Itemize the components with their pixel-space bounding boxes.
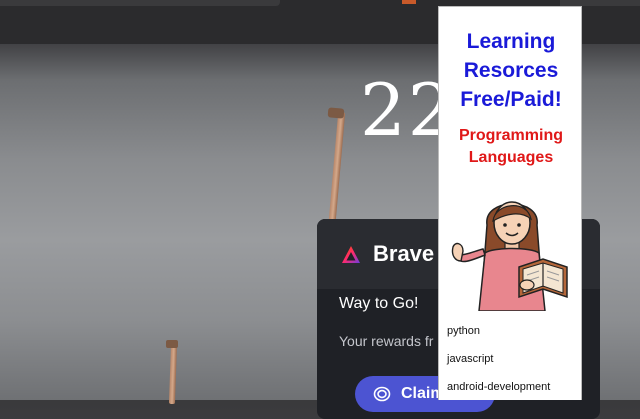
popup-title-line: Free/Paid! xyxy=(460,88,562,111)
teacher-illustration xyxy=(451,201,568,311)
popup-subtitle-line: Programming xyxy=(458,127,563,144)
popup-title-line: Learning xyxy=(466,30,556,53)
brave-shield-icon[interactable] xyxy=(402,0,416,4)
background-pole-cap xyxy=(327,107,345,119)
popup-subtitle-line: Languages xyxy=(468,149,554,166)
language-item-javascript[interactable]: javascript xyxy=(447,351,550,379)
language-item-python[interactable]: python xyxy=(447,323,550,351)
background-pole-cap xyxy=(166,340,178,348)
address-field[interactable] xyxy=(0,0,280,6)
brave-rewards-title: Brave xyxy=(373,241,435,266)
brave-logo-icon xyxy=(342,246,360,263)
popup-title: Learning Resorces Free/Paid! xyxy=(439,27,581,114)
background-pole xyxy=(327,111,346,233)
language-list: python javascript android-development xyxy=(447,323,550,400)
language-item-android-development[interactable]: android-development xyxy=(447,379,550,400)
popup-title-line: Resorces xyxy=(463,59,559,82)
rewards-heading: Way to Go! xyxy=(339,295,419,312)
rewards-message: Your rewards fr xyxy=(339,333,434,349)
extension-popup: Learning Resorces Free/Paid! Programming… xyxy=(438,6,582,400)
background-pole xyxy=(168,343,178,405)
popup-subtitle: Programming Languages xyxy=(439,125,581,169)
